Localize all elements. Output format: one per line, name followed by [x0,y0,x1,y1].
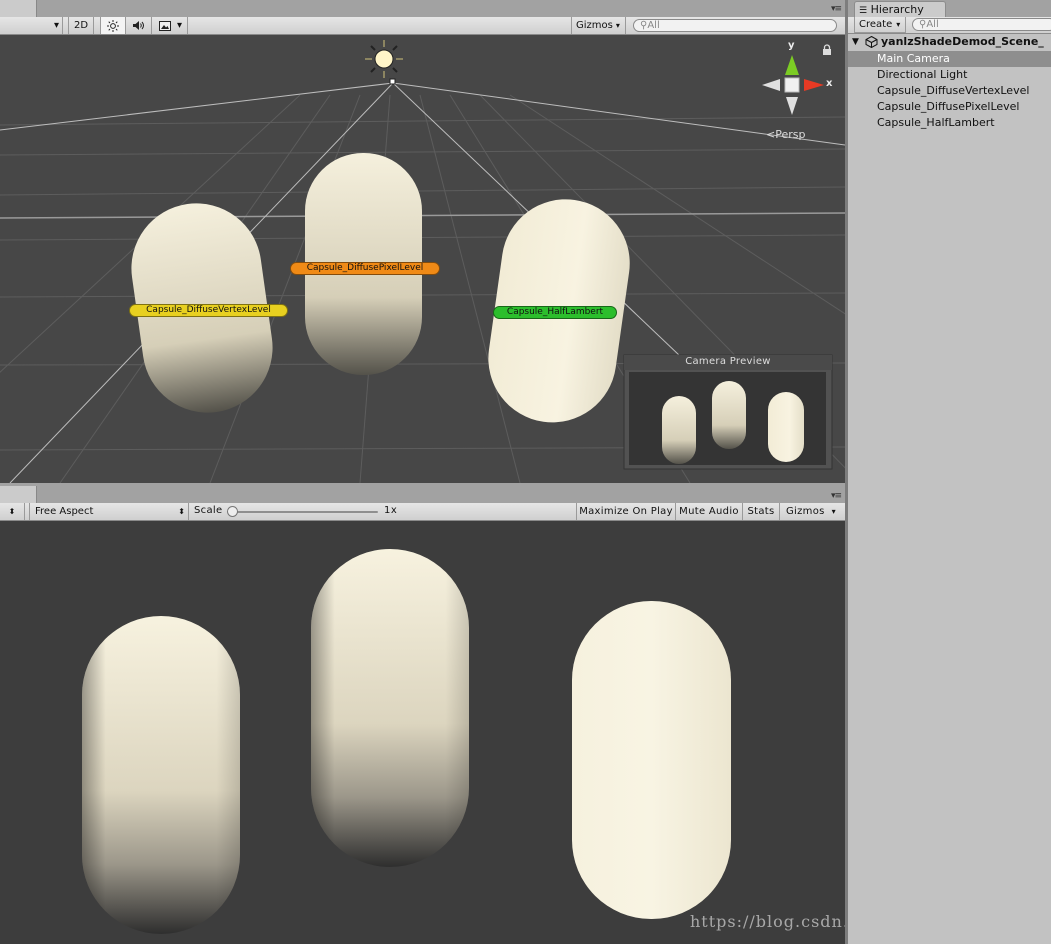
aspect-dropdown[interactable]: Free Aspect ⬍ [29,503,189,520]
chevron-down-icon: ▾ [831,507,836,516]
hierarchy-tab[interactable]: ☰ Hierarchy [854,1,946,17]
game-toolbar: ⬍ Free Aspect ⬍ Scale 1x Maximize On Play… [0,503,845,521]
gizmos-label: Gizmos [576,20,613,31]
scene-view-panel: ▾≡ ▾ 2D ▾ Gizmos ▾ ⚲All <Persp y x Camer… [0,0,845,483]
hierarchy-tab-label: Hierarchy [870,3,924,16]
scene-name-label: yanlzShadeDemod_Scene_ [881,35,1044,48]
projection-text: Persp [775,128,806,141]
draw-mode-dropdown[interactable]: ▾ [0,17,63,34]
mute-audio-toggle[interactable]: Mute Audio [675,503,742,520]
speaker-icon [133,21,144,30]
search-placeholder: All [926,19,939,30]
label-capsule-half-lambert[interactable]: Capsule_HalfLambert [493,306,617,319]
scene-effects-button[interactable]: ▾ [152,17,188,34]
hierarchy-item-label: Main Camera [877,52,950,65]
game-render [82,549,731,934]
scene-render [0,40,845,483]
lock-icon[interactable] [823,44,831,55]
chevron-down-icon: ▾ [896,20,901,29]
scale-label: Scale [194,505,223,516]
chevron-down-icon: ▾ [177,20,183,31]
game-tabstrip: ▾≡ [0,483,845,503]
panel-menu-icon[interactable]: ▾≡ [831,4,842,14]
scene-tab[interactable] [0,0,37,17]
hierarchy-toolbar: Create ▾ ⚲All [848,17,1051,34]
scene-root-row[interactable]: ▼ yanlzShadeDemod_Scene_ [848,34,1051,50]
mode-2d-button[interactable]: 2D [68,17,94,34]
hierarchy-item-capsule-diffuse-vertex[interactable]: Capsule_DiffuseVertexLevel [848,83,1051,99]
unity-scene-icon [865,36,878,48]
camera-preview-title: Camera Preview [685,356,771,367]
axis-y-label: y [788,40,795,51]
scene-viewport[interactable]: <Persp y x Camera Preview Capsule_Diffus… [0,35,845,483]
gizmos-label: Gizmos [786,506,825,517]
chevron-down-icon: ▾ [53,20,59,31]
game-capsule-diffuse-pixel [311,549,469,867]
hierarchy-tabstrip: ☰ Hierarchy [848,0,1051,17]
scale-slider[interactable] [228,511,378,513]
panel-menu-icon[interactable]: ▾≡ [831,491,842,501]
hierarchy-item-capsule-half-lambert[interactable]: Capsule_HalfLambert [848,115,1051,131]
hierarchy-item-label: Capsule_DiffuseVertexLevel [877,84,1030,97]
hierarchy-item-label: Directional Light [877,68,968,81]
game-capsule-diffuse-vertex [82,616,240,934]
hierarchy-item-label: Capsule_DiffusePixelLevel [877,100,1020,113]
game-capsule-half-lambert [572,601,731,919]
stats-toggle[interactable]: Stats [742,503,779,520]
game-gizmos-dropdown[interactable]: Gizmos ▾ [779,503,845,520]
game-tab[interactable] [0,486,37,503]
scene-gizmos-dropdown[interactable]: Gizmos ▾ [571,17,626,34]
directional-light-gizmo[interactable] [365,40,403,85]
hierarchy-item-directional-light[interactable]: Directional Light [848,67,1051,83]
orientation-gizmo[interactable] [762,55,824,115]
scene-toolbar: ▾ 2D ▾ Gizmos ▾ ⚲All [0,17,845,35]
hierarchy-panel: ☰ Hierarchy Create ▾ ⚲All ▼ yanlzShadeDem… [845,0,1051,944]
scale-slider-thumb[interactable] [227,506,238,517]
updown-arrow-icon: ⬍ [8,507,16,516]
label-capsule-diffuse-vertex[interactable]: Capsule_DiffuseVertexLevel [129,304,288,317]
display-dropdown[interactable]: ⬍ [0,503,25,520]
game-view-panel: ▾≡ ⬍ Free Aspect ⬍ Scale 1x Maximize On P… [0,483,845,944]
hierarchy-item-capsule-diffuse-pixel[interactable]: Capsule_DiffusePixelLevel [848,99,1051,115]
scene-audio-button[interactable] [126,17,152,34]
maximize-on-play-toggle[interactable]: Maximize On Play [576,503,675,520]
updown-arrow-icon: ⬍ [178,507,185,516]
camera-preview-window[interactable] [623,354,833,470]
hierarchy-item-label: Capsule_HalfLambert [877,116,995,129]
projection-label[interactable]: <Persp [766,128,805,141]
scene-lighting-button[interactable] [100,17,126,34]
scene-tabstrip: ▾≡ [0,0,845,17]
hierarchy-item-main-camera[interactable]: Main Camera [848,51,1051,67]
aspect-label: Free Aspect [35,506,94,517]
axis-x-label: x [826,78,833,89]
create-dropdown[interactable]: Create ▾ [854,17,906,33]
watermark-text: https://blog.csdn.net/VRunSoftYanlz [690,912,845,931]
create-label: Create [859,19,893,30]
image-icon [159,20,171,31]
scene-search-input[interactable]: ⚲All [633,19,837,32]
search-placeholder: All [647,20,660,31]
foldout-arrow-icon: ▼ [852,37,859,47]
label-capsule-diffuse-pixel[interactable]: Capsule_DiffusePixelLevel [290,262,440,275]
hierarchy-search-input[interactable]: ⚲All [912,18,1051,31]
game-viewport[interactable]: https://blog.csdn.net/VRunSoftYanlz [0,521,845,944]
sun-icon [107,19,119,32]
chevron-down-icon: ▾ [615,21,620,30]
list-icon: ☰ [859,6,868,16]
scale-value: 1x [384,505,398,516]
